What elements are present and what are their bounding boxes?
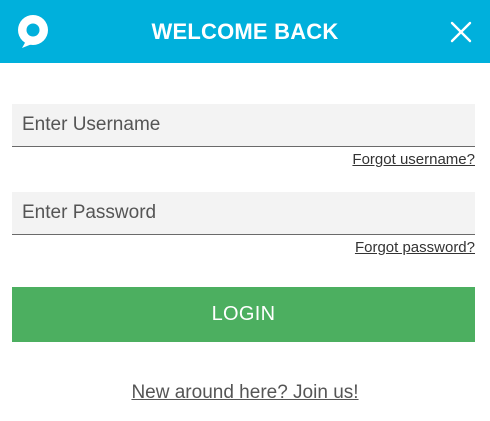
login-modal: WELCOME BACK Forgot username? Forgot pas… [0,0,490,421]
forgot-username-link[interactable]: Forgot username? [352,151,475,168]
login-button[interactable]: LOGIN [12,287,475,342]
close-icon[interactable] [449,20,473,44]
username-field-container [12,104,475,147]
modal-header: WELCOME BACK [0,0,490,63]
modal-title: WELCOME BACK [151,19,339,44]
password-field-container [12,192,475,235]
username-input[interactable] [12,104,475,146]
forgot-password-link[interactable]: Forgot password? [355,239,475,256]
join-us-link[interactable]: New around here? Join us! [0,382,490,404]
password-input[interactable] [12,192,475,234]
